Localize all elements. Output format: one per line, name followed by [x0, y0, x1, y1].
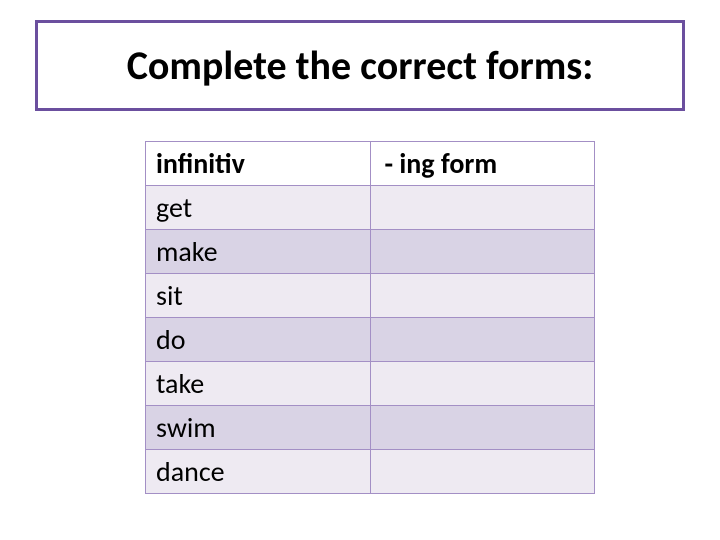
cell-ingform[interactable] [370, 230, 595, 274]
cell-ingform[interactable] [370, 318, 595, 362]
table-row: sit [146, 274, 595, 318]
cell-infinitiv: do [146, 318, 371, 362]
forms-table: infinitiv - ing form get make sit do tak… [145, 141, 595, 494]
table-row: take [146, 362, 595, 406]
table-row: swim [146, 406, 595, 450]
cell-infinitiv: dance [146, 450, 371, 494]
cell-infinitiv: sit [146, 274, 371, 318]
cell-infinitiv: make [146, 230, 371, 274]
table-row: dance [146, 450, 595, 494]
cell-ingform[interactable] [370, 450, 595, 494]
cell-ingform[interactable] [370, 186, 595, 230]
table-row: make [146, 230, 595, 274]
cell-ingform[interactable] [370, 406, 595, 450]
header-infinitiv: infinitiv [146, 142, 371, 186]
cell-ingform[interactable] [370, 362, 595, 406]
title-container: Complete the correct forms: [35, 20, 685, 111]
table-header-row: infinitiv - ing form [146, 142, 595, 186]
table-row: get [146, 186, 595, 230]
header-ingform: - ing form [370, 142, 595, 186]
cell-infinitiv: swim [146, 406, 371, 450]
cell-infinitiv: take [146, 362, 371, 406]
page-title: Complete the correct forms: [58, 41, 662, 90]
cell-ingform[interactable] [370, 274, 595, 318]
cell-infinitiv: get [146, 186, 371, 230]
table-row: do [146, 318, 595, 362]
